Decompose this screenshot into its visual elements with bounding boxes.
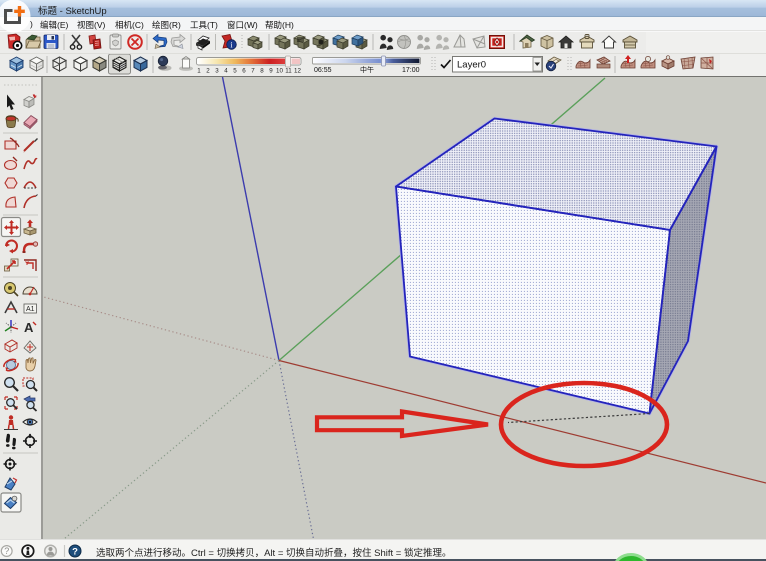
svg-text:7: 7 [251,68,255,75]
svg-text:?: ? [4,546,9,556]
svg-text:4: 4 [224,68,228,75]
svg-text:1: 1 [197,68,201,75]
svg-text:11: 11 [285,68,292,75]
svg-text:2: 2 [206,68,210,75]
svg-text:Layer0: Layer0 [457,60,486,71]
svg-text:5: 5 [233,68,237,75]
svg-text:6: 6 [242,68,246,75]
svg-text:?: ? [72,547,78,558]
svg-text:9: 9 [269,68,273,75]
svg-text:17:00: 17:00 [402,67,420,74]
svg-text:06:55: 06:55 [314,67,332,74]
svg-text:8: 8 [260,68,264,75]
svg-text:中午: 中午 [360,65,374,74]
svg-text:3: 3 [215,68,219,75]
svg-text:A1: A1 [26,306,35,313]
svg-text:12: 12 [294,68,301,75]
svg-text:A: A [24,320,34,335]
svg-text:10: 10 [276,68,283,75]
